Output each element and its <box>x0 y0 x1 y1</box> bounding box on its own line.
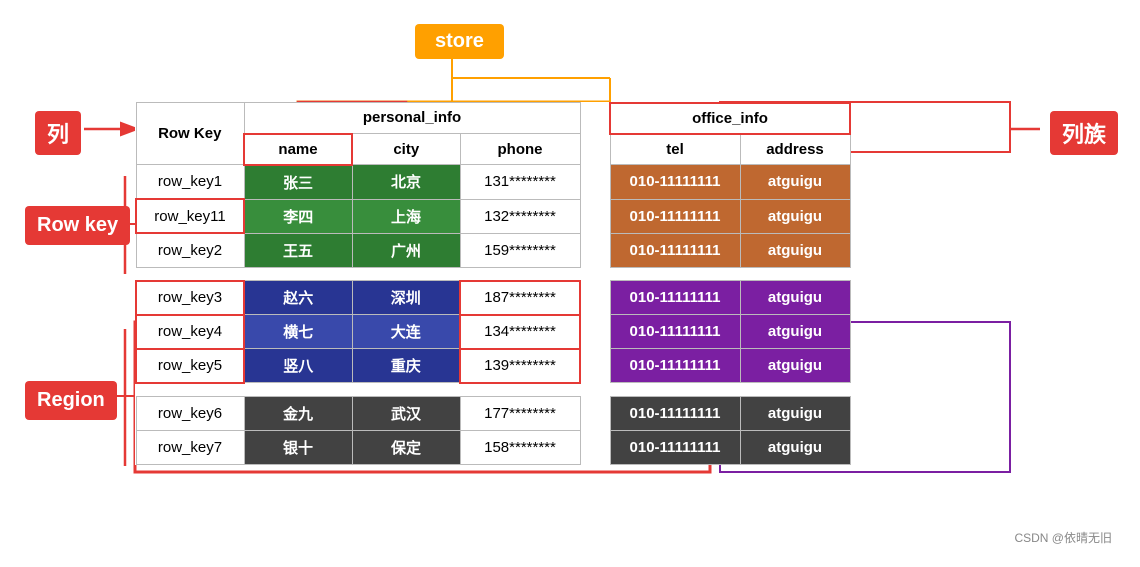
address-header: address <box>740 134 850 165</box>
liezu-label: 列族 <box>1050 111 1118 155</box>
address-cell: atguigu <box>740 396 850 430</box>
phone-cell: 139******** <box>460 349 580 383</box>
key-cell: row_key4 <box>136 315 244 349</box>
phone-cell: 187******** <box>460 281 580 315</box>
address-cell: atguigu <box>740 233 850 267</box>
name-cell: 李四 <box>244 199 352 233</box>
tel-header: tel <box>610 134 740 165</box>
rowkey-header: Row Key <box>136 103 244 165</box>
main-table-wrap: Row Key personal_info office_info name c… <box>135 102 851 465</box>
key-cell: row_key11 <box>136 199 244 233</box>
city-cell: 大连 <box>352 315 460 349</box>
address-cell: atguigu <box>740 199 850 233</box>
name-cell: 银十 <box>244 430 352 464</box>
gap-row <box>136 383 850 397</box>
table-row: row_key7 银十 保定 158******** 010-11111111 … <box>136 430 850 464</box>
office-info-header: office_info <box>610 103 850 134</box>
phone-header: phone <box>460 134 580 165</box>
tel-cell: 010-11111111 <box>610 165 740 200</box>
key-cell: row_key3 <box>136 281 244 315</box>
city-cell: 广州 <box>352 233 460 267</box>
address-cell: atguigu <box>740 349 850 383</box>
tel-cell: 010-11111111 <box>610 233 740 267</box>
city-header: city <box>352 134 460 165</box>
lie-label: 列 <box>35 111 81 155</box>
phone-cell: 134******** <box>460 315 580 349</box>
tel-cell: 010-11111111 <box>610 430 740 464</box>
personal-info-header: personal_info <box>244 103 580 134</box>
key-cell: row_key6 <box>136 396 244 430</box>
address-cell: atguigu <box>740 165 850 200</box>
name-cell: 张三 <box>244 165 352 200</box>
store-label: store <box>415 24 504 59</box>
city-cell: 武汉 <box>352 396 460 430</box>
name-cell: 赵六 <box>244 281 352 315</box>
key-cell: row_key2 <box>136 233 244 267</box>
table-row: row_key4 横七 大连 134******** 010-11111111 … <box>136 315 850 349</box>
city-cell: 北京 <box>352 165 460 200</box>
region-label: Region <box>25 381 117 420</box>
phone-cell: 177******** <box>460 396 580 430</box>
watermark: CSDN @依晴无旧 <box>1014 529 1112 546</box>
table-row: row_key11 李四 上海 132******** 010-11111111… <box>136 199 850 233</box>
name-header: name <box>244 134 352 165</box>
gap-row <box>136 267 850 281</box>
city-cell: 上海 <box>352 199 460 233</box>
diagram-container: store 列 列族 Row key Region Row Key person… <box>20 14 1120 554</box>
phone-cell: 131******** <box>460 165 580 200</box>
table-row: row_key5 竖八 重庆 139******** 010-11111111 … <box>136 349 850 383</box>
phone-cell: 158******** <box>460 430 580 464</box>
address-cell: atguigu <box>740 430 850 464</box>
tel-cell: 010-11111111 <box>610 396 740 430</box>
key-cell: row_key5 <box>136 349 244 383</box>
main-table: Row Key personal_info office_info name c… <box>135 102 851 465</box>
address-cell: atguigu <box>740 281 850 315</box>
tel-cell: 010-11111111 <box>610 281 740 315</box>
name-cell: 王五 <box>244 233 352 267</box>
city-cell: 保定 <box>352 430 460 464</box>
key-cell: row_key1 <box>136 165 244 200</box>
address-cell: atguigu <box>740 315 850 349</box>
tel-cell: 010-11111111 <box>610 349 740 383</box>
header-row-1: Row Key personal_info office_info <box>136 103 850 134</box>
city-cell: 深圳 <box>352 281 460 315</box>
phone-cell: 132******** <box>460 199 580 233</box>
name-cell: 金九 <box>244 396 352 430</box>
table-row: row_key2 王五 广州 159******** 010-11111111 … <box>136 233 850 267</box>
table-row: row_key1 张三 北京 131******** 010-11111111 … <box>136 165 850 200</box>
name-cell: 横七 <box>244 315 352 349</box>
header-row-2: name city phone tel address <box>136 134 850 165</box>
city-cell: 重庆 <box>352 349 460 383</box>
name-cell: 竖八 <box>244 349 352 383</box>
phone-cell: 159******** <box>460 233 580 267</box>
table-row: row_key6 金九 武汉 177******** 010-11111111 … <box>136 396 850 430</box>
rowkey-label: Row key <box>25 206 130 245</box>
key-cell: row_key7 <box>136 430 244 464</box>
tel-cell: 010-11111111 <box>610 199 740 233</box>
table-row: row_key3 赵六 深圳 187******** 010-11111111 … <box>136 281 850 315</box>
tel-cell: 010-11111111 <box>610 315 740 349</box>
